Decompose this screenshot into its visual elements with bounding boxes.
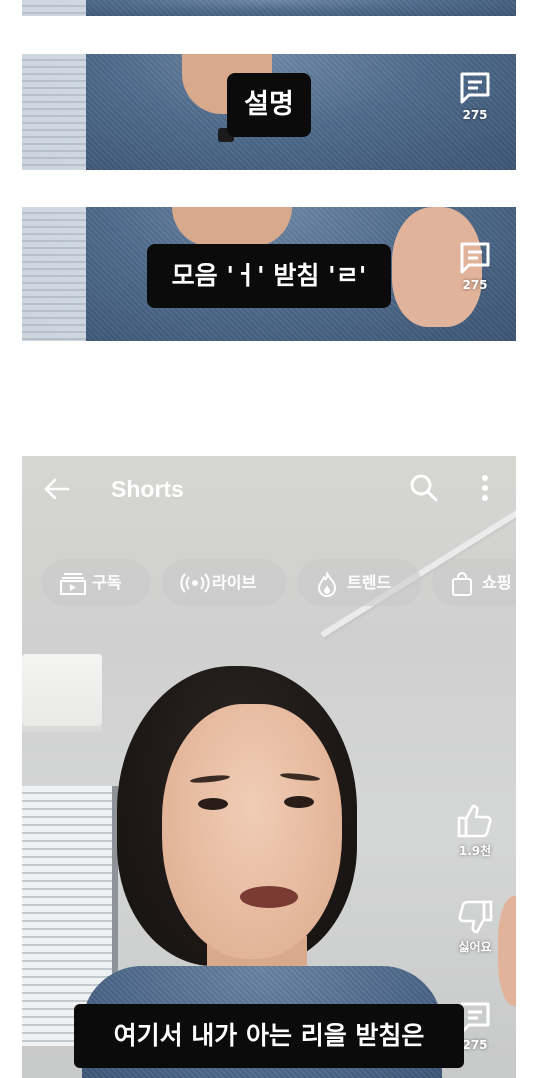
mouth <box>240 886 298 908</box>
back-button[interactable] <box>42 474 72 504</box>
comment-icon <box>460 242 490 274</box>
comment-button[interactable]: 275 <box>453 70 497 122</box>
live-icon <box>180 573 210 593</box>
comment-count: 275 <box>462 108 488 122</box>
comment-count: 275 <box>462 278 488 292</box>
shopping-bag-icon <box>452 572 472 596</box>
window-background <box>22 0 86 16</box>
like-count: 1.9천 <box>458 844 492 858</box>
neck <box>172 207 292 247</box>
thumbs-up-icon <box>457 804 492 838</box>
dislike-label: 싫어요 <box>458 940 492 954</box>
face <box>162 704 342 959</box>
page-title: Shorts <box>111 476 184 502</box>
chip-trending[interactable]: 트렌드 <box>297 559 421 606</box>
chip-label: 구독 <box>92 573 122 592</box>
shorts-player[interactable]: Shorts 구독 라이브 트렌드 쇼핑 1.9천 싫어요 275 여기서 내가… <box>22 456 516 1078</box>
shorts-header: Shorts <box>22 456 516 526</box>
caption-main: 여기서 내가 아는 리을 받침은 <box>74 1004 464 1068</box>
raised-hand <box>498 896 516 1006</box>
chip-label: 라이브 <box>212 573 257 592</box>
more-vertical-icon <box>482 475 488 501</box>
comment-button[interactable]: 275 <box>453 240 497 292</box>
category-chips: 구독 라이브 트렌드 쇼핑 <box>42 559 516 606</box>
dislike-button[interactable]: 싫어요 <box>453 898 497 955</box>
back-arrow-icon <box>44 478 70 500</box>
left-eye <box>198 798 228 810</box>
thumbs-down-icon <box>458 900 493 934</box>
chip-label: 트렌드 <box>347 573 392 592</box>
more-options-button[interactable] <box>474 472 496 504</box>
window-background <box>22 54 86 170</box>
search-icon <box>410 474 438 502</box>
right-eye <box>284 796 314 808</box>
video-frame-top[interactable] <box>22 0 516 16</box>
trending-icon <box>318 572 336 597</box>
video-frame-vowel[interactable]: 모음 'ㅓ' 받침 'ㄹ' 275 <box>22 207 516 341</box>
chip-shopping[interactable]: 쇼핑 <box>432 559 516 606</box>
subscriptions-icon <box>60 573 86 595</box>
comment-icon <box>460 72 490 104</box>
chip-label: 쇼핑 <box>482 573 512 592</box>
chip-subscriptions[interactable]: 구독 <box>42 559 150 606</box>
like-button[interactable]: 1.9천 <box>453 802 497 859</box>
caption-description: 설명 <box>227 73 311 137</box>
caption-vowel: 모음 'ㅓ' 받침 'ㄹ' <box>147 244 391 308</box>
air-conditioner <box>22 654 102 732</box>
search-button[interactable] <box>408 472 440 504</box>
video-frame-description[interactable]: 설명 275 <box>22 54 516 170</box>
window-background <box>22 207 86 341</box>
chip-live[interactable]: 라이브 <box>162 559 286 606</box>
